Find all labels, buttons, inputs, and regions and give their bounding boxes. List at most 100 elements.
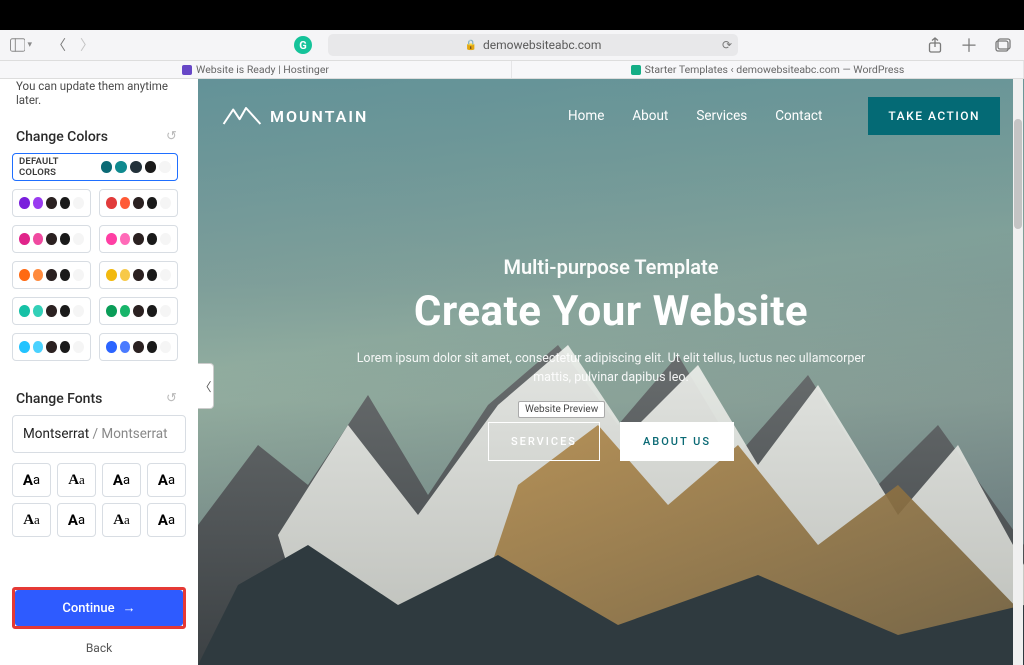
font-option[interactable]: Aa — [147, 503, 186, 537]
font-primary: Montserrat — [23, 426, 89, 442]
swatch — [19, 341, 30, 353]
swatch — [160, 233, 171, 245]
hero-eyebrow: Multi-purpose Template — [222, 255, 1000, 279]
nav-services[interactable]: Services — [696, 108, 747, 124]
collapse-sidebar-button[interactable]: 〈 — [198, 363, 214, 409]
forward-icon[interactable]: 〉 — [76, 34, 98, 56]
lock-icon: 🔒 — [465, 40, 477, 51]
hero-services-button[interactable]: SERVICES — [488, 422, 600, 461]
font-sample-big: A — [23, 512, 34, 529]
palette-option[interactable] — [99, 333, 178, 361]
font-option[interactable]: Aa — [12, 463, 51, 497]
sidebar-toggle-icon[interactable]: ▾ — [10, 34, 32, 56]
sidebar-footer: Continue → Back — [0, 573, 198, 665]
palette-option[interactable] — [12, 333, 91, 361]
share-icon[interactable] — [924, 34, 946, 56]
swatch — [160, 197, 171, 209]
font-option[interactable]: Aa — [57, 503, 96, 537]
browser-tabs: Website is Ready | Hostinger Starter Tem… — [0, 61, 1024, 79]
palette-default[interactable]: DEFAULT COLORS — [12, 153, 178, 181]
palette-option[interactable] — [12, 225, 91, 253]
nav-cta-button[interactable]: TAKE ACTION — [868, 97, 1000, 135]
font-sample-small: a — [78, 513, 85, 528]
palette-option[interactable] — [99, 261, 178, 289]
font-sample-small: a — [168, 473, 175, 488]
swatch — [73, 197, 84, 209]
swatch — [145, 161, 157, 173]
continue-highlight: Continue → — [12, 587, 186, 629]
font-option[interactable]: Aa — [102, 463, 141, 497]
swatch — [46, 269, 57, 281]
back-button[interactable]: Back — [12, 635, 186, 655]
palette-default-label: DEFAULT COLORS — [19, 156, 96, 178]
tabs-overview-icon[interactable] — [992, 34, 1014, 56]
swatch — [133, 305, 144, 317]
swatch — [147, 305, 158, 317]
palette-option[interactable] — [99, 225, 178, 253]
favicon-icon — [182, 65, 192, 75]
palette-option[interactable] — [12, 189, 91, 217]
palette-option[interactable] — [99, 297, 178, 325]
swatch — [19, 197, 30, 209]
fonts-section-header: Change Fonts ↺ — [0, 379, 198, 415]
swatch — [60, 197, 71, 209]
font-secondary: / Montserrat — [89, 426, 167, 442]
swatch — [46, 197, 57, 209]
back-icon[interactable]: 〈 — [48, 34, 70, 56]
nav-home[interactable]: Home — [568, 108, 604, 124]
reset-colors-icon[interactable]: ↺ — [166, 129, 182, 145]
font-sample-small: a — [168, 513, 175, 528]
swatch — [73, 305, 84, 317]
swatch — [60, 233, 71, 245]
palette-option[interactable] — [12, 297, 91, 325]
font-option[interactable]: Aa — [12, 503, 51, 537]
brand[interactable]: MOUNTAIN — [222, 104, 368, 128]
swatch — [106, 269, 117, 281]
nav-about[interactable]: About — [632, 108, 668, 124]
palette-option[interactable] — [99, 189, 178, 217]
font-selected[interactable]: Montserrat / Montserrat — [12, 415, 186, 453]
font-option[interactable]: Aa — [57, 463, 96, 497]
swatch — [160, 305, 171, 317]
swatch — [120, 269, 131, 281]
new-tab-icon[interactable]: ＋ — [958, 34, 980, 56]
grammarly-icon[interactable]: G — [294, 36, 312, 54]
browser-tab-1[interactable]: Starter Templates ‹ demowebsiteabc.com —… — [512, 61, 1024, 78]
nav-links: Home About Services Contact TAKE ACTION — [568, 97, 1000, 135]
brand-text: MOUNTAIN — [270, 107, 368, 126]
swatch — [120, 233, 131, 245]
hero-center: Multi-purpose Template Create Your Websi… — [222, 255, 1000, 461]
letterbox-top — [0, 0, 1024, 30]
fonts-title: Change Fonts — [16, 391, 102, 407]
swatch — [133, 341, 144, 353]
swatch — [120, 341, 131, 353]
reload-icon[interactable]: ⟳ — [722, 38, 732, 52]
hero-about-button[interactable]: ABOUT US — [620, 422, 734, 461]
font-option[interactable]: Aa — [147, 463, 186, 497]
scrollbar-thumb[interactable] — [1014, 119, 1022, 229]
nav-contact[interactable]: Contact — [775, 108, 822, 124]
font-option[interactable]: Aa — [102, 503, 141, 537]
browser-tab-title: Starter Templates ‹ demowebsiteabc.com —… — [645, 63, 905, 76]
browser-tab-0[interactable]: Website is Ready | Hostinger — [0, 61, 512, 78]
palette-option[interactable] — [12, 261, 91, 289]
sidebar-scrollbar[interactable] — [1013, 79, 1023, 665]
swatch — [133, 269, 144, 281]
continue-label: Continue — [62, 601, 114, 616]
reset-fonts-icon[interactable]: ↺ — [166, 391, 182, 407]
hero-lede: Lorem ipsum dolor sit amet, consectetur … — [351, 350, 871, 388]
swatch — [133, 197, 144, 209]
swatch — [133, 233, 144, 245]
font-sample-big: A — [23, 471, 33, 489]
sidebar-note: You can update them anytime later. — [0, 79, 198, 117]
swatch — [60, 341, 71, 353]
mountain-logo-icon — [222, 104, 262, 128]
swatch — [33, 197, 44, 209]
swatch — [106, 341, 117, 353]
font-sample-small: a — [34, 512, 40, 528]
continue-button[interactable]: Continue → — [15, 590, 183, 626]
font-sample-small: a — [79, 472, 85, 488]
swatch — [159, 161, 171, 173]
swatch — [46, 341, 57, 353]
address-bar[interactable]: 🔒 demowebsiteabc.com ⟳ — [328, 34, 738, 56]
